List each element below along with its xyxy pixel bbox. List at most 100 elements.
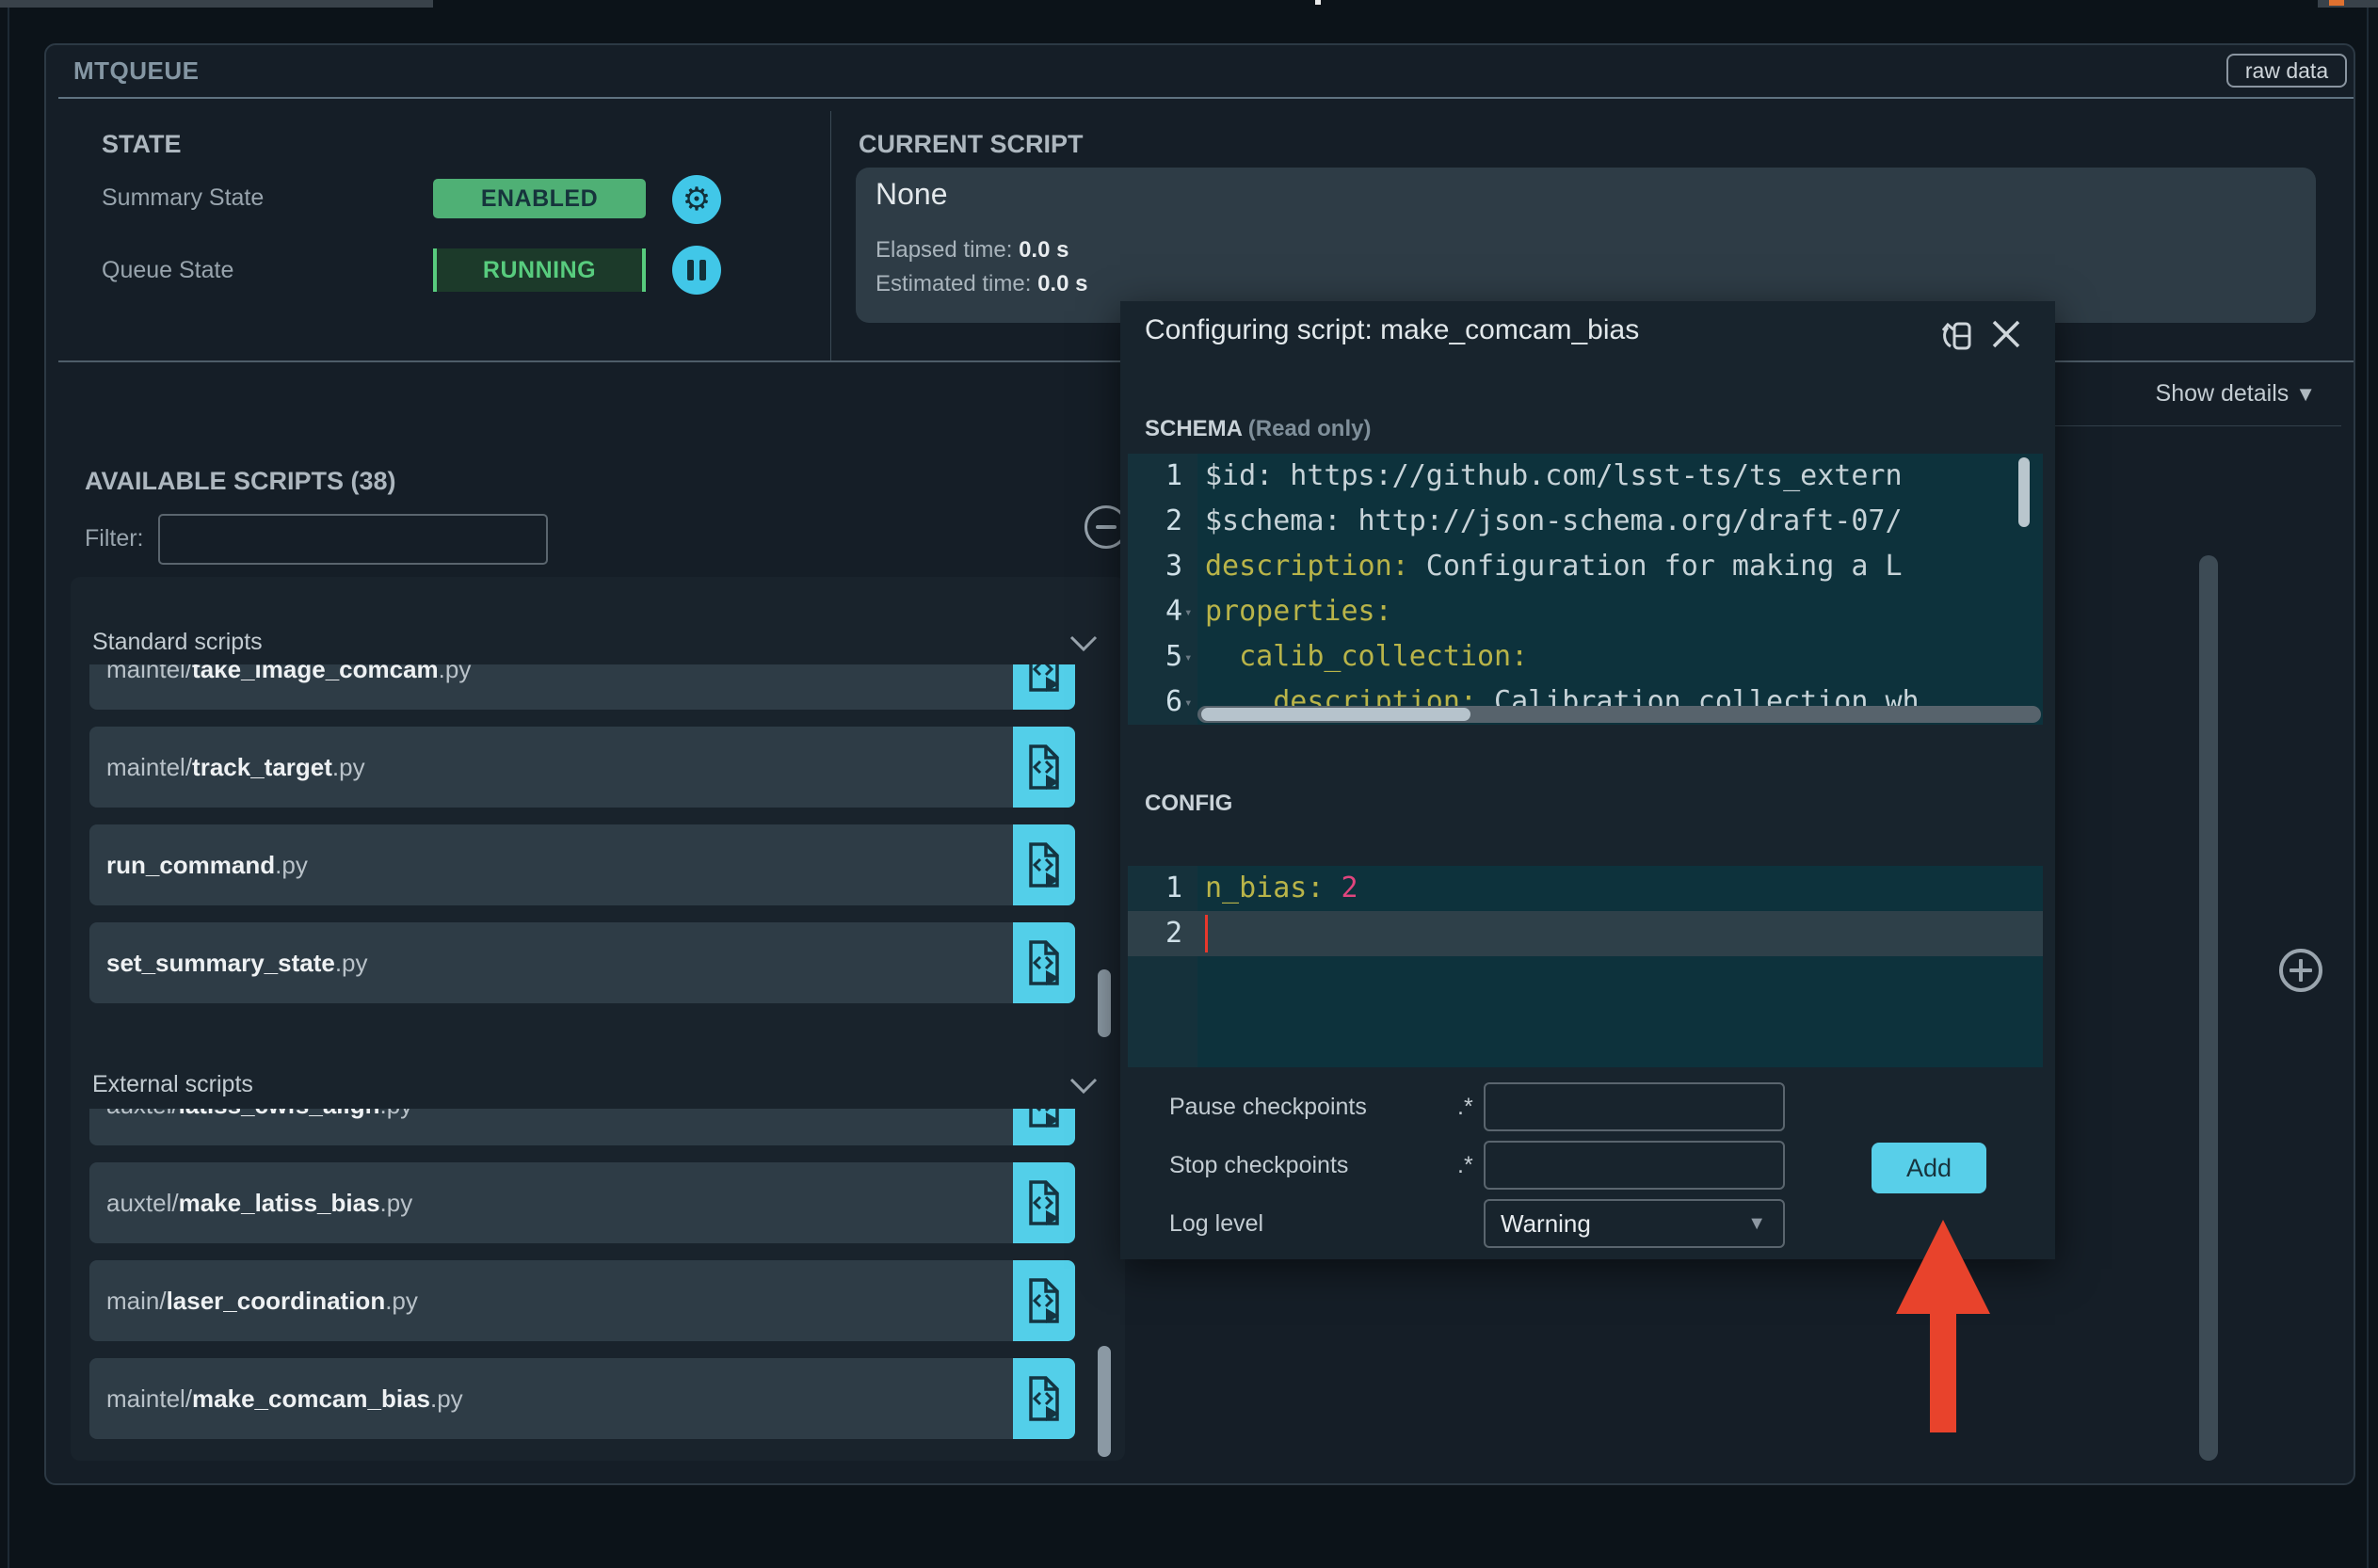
script-file-icon [1029,1109,1059,1128]
config-label: CONFIG [1145,791,1233,816]
header-divider [58,97,2354,99]
select-caret-icon: ▼ [1747,1212,1766,1234]
pause-checkpoints-regex: .* [1457,1094,1473,1120]
script-file-icon [1029,1180,1059,1225]
schema-horizontal-scrollbar[interactable] [1197,706,2041,723]
script-name: maintel/track_target .py [106,752,365,781]
script-file-icon [1029,1278,1059,1323]
filter-input[interactable] [158,514,548,565]
estimated-time-value: 0.0 s [1037,271,1088,296]
modal-title: Configuring script: make_comcam_bias [1145,314,1640,345]
summary-state-badge: ENABLED [433,179,646,218]
script-file-icon [1029,664,1059,692]
show-details-toggle[interactable]: Show details ▼ [2109,380,2316,408]
script-name: auxtel/make_latiss_bias .py [106,1188,413,1217]
queue-pause-button[interactable] [672,246,721,295]
code-line: 3 description: Configuration for making … [1128,544,2043,589]
schema-editor[interactable]: 1 $id: https://github.com/lsst-ts/ts_ext… [1128,454,2043,725]
browser-tab-fragment [0,0,433,8]
launch-script-button[interactable] [1013,1162,1075,1243]
current-script-heading: CURRENT SCRIPT [859,130,1084,158]
script-list-item[interactable]: auxtel/make_latiss_bias .py [89,1162,1075,1243]
estimated-time-label: Estimated time: [876,271,1032,296]
line-number: 2 [1165,504,1182,537]
page-right-border [2367,8,2369,1568]
current-script-panel [856,168,2316,323]
script-name: run_command .py [106,850,308,879]
config-editor[interactable]: 1 n_bias: 2 2 [1128,866,2043,1067]
summary-state-config-button[interactable]: ⚙ [672,175,721,224]
schema-vertical-scrollbar[interactable] [2018,457,2030,527]
script-name: maintel/make_comcam_bias .py [106,1384,463,1413]
launch-script-button[interactable] [1013,727,1075,808]
code-line: 2 $schema: http://json-schema.org/draft-… [1128,499,2043,544]
launch-script-button[interactable] [1013,824,1075,905]
line-number: 4 [1165,595,1182,628]
elapsed-time-label: Elapsed time: [876,237,1013,263]
launch-script-button[interactable] [1013,1109,1075,1145]
browser-tab-fragment [2318,0,2378,8]
schema-label: SCHEMA (Read only) [1145,416,1371,442]
schema-readonly-text: (Read only) [1247,416,1372,441]
current-script-name: None [876,177,948,211]
script-list-item[interactable]: set_summary_state .py [89,922,1075,1003]
gear-icon: ⚙ [682,182,712,217]
close-icon[interactable] [1990,318,2022,350]
script-file-icon [1029,1376,1059,1421]
launch-script-button[interactable] [1013,1358,1075,1439]
chevron-down-icon[interactable] [1069,1078,1098,1095]
code-line: 1 n_bias: 2 [1128,866,2043,911]
line-content: properties: [1205,595,1392,628]
log-level-select[interactable]: Warning ▼ [1484,1199,1785,1248]
code-line: 2 [1128,911,2043,956]
external-scripts-scrollbar[interactable] [1098,1346,1111,1457]
pause-checkpoints-input[interactable] [1484,1082,1785,1131]
script-name: main/laser_coordination .py [106,1286,418,1315]
line-content: $schema: http://json-schema.org/draft-07… [1205,504,1903,537]
line-number: 1 [1165,459,1182,492]
script-file-icon [1029,842,1059,888]
elapsed-time-value: 0.0 s [1019,237,1069,263]
standard-scripts-list: maintel/take_image_comcam .py maintel/tra… [89,664,1075,1035]
line-content: calib_collection: [1205,640,1529,673]
script-list-item[interactable]: maintel/make_comcam_bias .py [89,1358,1075,1439]
script-name: set_summary_state .py [106,948,368,977]
script-list-item[interactable]: auxtel/latiss_cwfs_align.py [89,1109,1075,1145]
chevron-down-icon: ▼ [2295,382,2316,406]
fold-icon[interactable]: ▾ [1184,605,1192,620]
line-content: description: Configuration for making a … [1205,550,1903,583]
launch-script-button[interactable] [1013,1260,1075,1341]
text-caret [1205,915,1208,952]
pause-checkpoints-label: Pause checkpoints [1169,1094,1367,1120]
elapsed-time: Elapsed time: 0.0 s [876,237,1068,264]
code-line: 1 $id: https://github.com/lsst-ts/ts_ext… [1128,454,2043,499]
page-left-border [8,8,9,1568]
raw-data-button[interactable]: raw data [2226,54,2347,88]
script-list-item[interactable]: run_command .py [89,824,1075,905]
state-script-divider [830,111,831,360]
schema-label-text: SCHEMA [1145,416,1243,441]
page-title: MTQUEUE [73,56,200,85]
code-line: 5 ▾ calib_collection: [1128,634,2043,680]
code-line: 4 ▾ properties: [1128,589,2043,634]
resize-icon[interactable] [1941,318,1975,354]
external-scripts-header: External scripts [92,1071,253,1097]
log-level-value: Warning [1501,1208,1591,1238]
add-to-queue-icon[interactable] [2279,949,2322,992]
stop-checkpoints-input[interactable] [1484,1141,1785,1190]
queue-scrollbar[interactable] [2199,555,2218,1461]
launch-script-button[interactable] [1013,922,1075,1003]
script-list-item[interactable]: maintel/take_image_comcam .py [89,664,1075,710]
chevron-down-icon[interactable] [1069,635,1098,652]
script-list-item[interactable]: main/laser_coordination .py [89,1260,1075,1341]
queue-state-badge: RUNNING [433,248,646,292]
standard-scripts-scrollbar[interactable] [1098,969,1111,1037]
standard-scripts-header: Standard scripts [92,629,263,655]
fold-icon[interactable]: ▾ [1184,650,1192,665]
fold-icon[interactable]: ▾ [1184,696,1192,711]
add-button[interactable]: Add [1872,1143,1986,1193]
line-number: 3 [1165,550,1182,583]
line-number: 6 [1165,685,1182,718]
script-list-item[interactable]: maintel/track_target .py [89,727,1075,808]
launch-script-button[interactable] [1013,664,1075,710]
